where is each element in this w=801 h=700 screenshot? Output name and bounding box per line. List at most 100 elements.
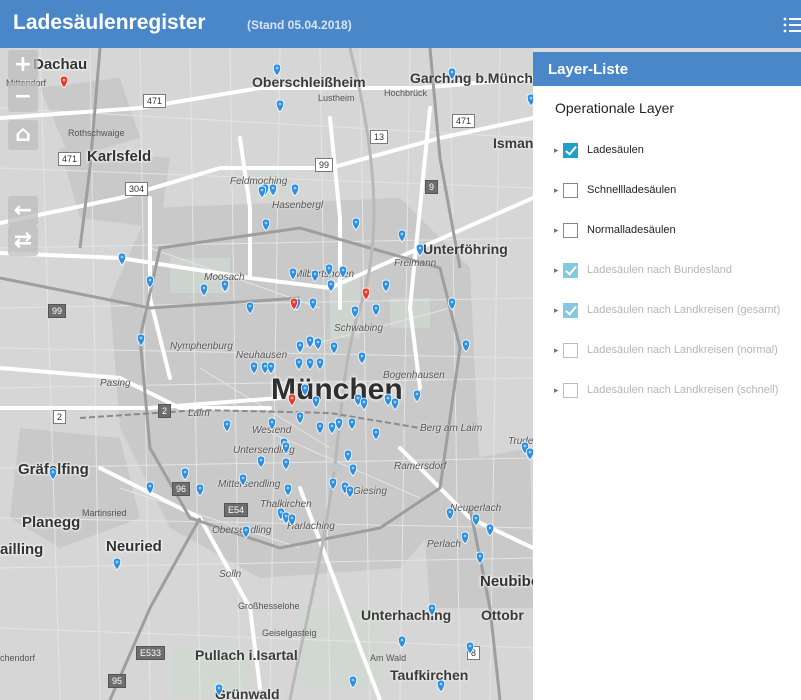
next-extent-icon[interactable]: ⇄ xyxy=(8,226,38,256)
zoom-out-button[interactable]: − xyxy=(8,82,38,112)
map-pin-icon[interactable] xyxy=(334,417,344,431)
map-pin-icon[interactable] xyxy=(326,279,336,293)
layer-row[interactable]: ▸ Ladesäulen nach Bundesland xyxy=(533,262,801,284)
map-pin-icon[interactable] xyxy=(447,67,457,81)
map-pin-icon[interactable] xyxy=(390,397,400,411)
map-pin-icon[interactable] xyxy=(136,333,146,347)
map-pin-icon[interactable] xyxy=(308,297,318,311)
map-pin-icon[interactable] xyxy=(305,357,315,371)
map-pin-icon[interactable] xyxy=(145,481,155,495)
map-pin-icon[interactable] xyxy=(357,351,367,365)
map-pin-icon[interactable] xyxy=(371,303,381,317)
map-pin-icon[interactable] xyxy=(300,383,310,397)
expand-arrow-icon[interactable]: ▸ xyxy=(554,266,559,276)
map-pin-icon[interactable] xyxy=(471,513,481,527)
map-pin-icon[interactable] xyxy=(249,361,259,375)
map-pin-icon[interactable] xyxy=(310,269,320,283)
layer-row[interactable]: ▸ Schnellladesäulen xyxy=(533,182,801,204)
map-pin-icon[interactable] xyxy=(241,525,251,539)
map-pin-icon[interactable] xyxy=(256,455,266,469)
map-pin-icon[interactable] xyxy=(287,393,297,407)
map-pin-icon[interactable] xyxy=(112,557,122,571)
map-pin-icon[interactable] xyxy=(338,265,348,279)
map-pin-icon[interactable] xyxy=(348,675,358,689)
map-pin-icon[interactable] xyxy=(485,523,495,537)
map-pin-icon[interactable] xyxy=(313,337,323,351)
map-pin-icon[interactable] xyxy=(460,531,470,545)
layer-row[interactable]: ▸ Normalladesäulen xyxy=(533,222,801,244)
layer-row[interactable]: ▸ Ladesäulen nach Landkreisen (schnell) xyxy=(533,382,801,404)
map-pin-icon[interactable] xyxy=(328,477,338,491)
layer-visibility-checkbox[interactable] xyxy=(563,223,578,238)
map-pin-icon[interactable] xyxy=(275,99,285,113)
map-pin-icon[interactable] xyxy=(145,275,155,289)
map-pin-icon[interactable] xyxy=(381,279,391,293)
map-view[interactable]: Dachau Mittendorf Oberschleißheim Lusthe… xyxy=(0,48,533,700)
expand-arrow-icon[interactable]: ▸ xyxy=(554,146,559,156)
map-pin-icon[interactable] xyxy=(343,449,353,463)
previous-extent-icon[interactable]: ← xyxy=(8,196,38,226)
map-pin-icon[interactable] xyxy=(281,441,291,455)
map-pin-icon[interactable] xyxy=(447,297,457,311)
map-pin-icon[interactable] xyxy=(461,339,471,353)
expand-arrow-icon[interactable]: ▸ xyxy=(554,346,559,356)
map-pin-icon[interactable] xyxy=(117,252,127,266)
map-pin-icon[interactable] xyxy=(427,603,437,617)
map-pin-icon[interactable] xyxy=(214,683,224,697)
map-pin-icon[interactable] xyxy=(238,473,248,487)
map-pin-icon[interactable] xyxy=(397,635,407,649)
map-pin-icon[interactable] xyxy=(415,243,425,257)
map-pin-icon[interactable] xyxy=(465,641,475,655)
layer-visibility-checkbox[interactable] xyxy=(563,263,578,278)
map-pin-icon[interactable] xyxy=(350,305,360,319)
map-pin-icon[interactable] xyxy=(268,183,278,197)
layer-row[interactable]: ▸ Ladesäulen xyxy=(533,142,801,164)
layer-visibility-checkbox[interactable] xyxy=(563,143,578,158)
map-pin-icon[interactable] xyxy=(266,361,276,375)
map-pin-icon[interactable] xyxy=(222,419,232,433)
map-pin-icon[interactable] xyxy=(525,447,533,461)
map-pin-icon[interactable] xyxy=(245,301,255,315)
map-pin-icon[interactable] xyxy=(294,357,304,371)
layer-visibility-checkbox[interactable] xyxy=(563,343,578,358)
map-pin-icon[interactable] xyxy=(311,395,321,409)
map-pin-icon[interactable] xyxy=(59,75,69,89)
map-pin-icon[interactable] xyxy=(305,335,315,349)
map-pin-icon[interactable] xyxy=(351,217,361,231)
map-pin-icon[interactable] xyxy=(288,267,298,281)
map-pin-icon[interactable] xyxy=(295,411,305,425)
map-pin-icon[interactable] xyxy=(267,417,277,431)
layer-row[interactable]: ▸ Ladesäulen nach Landkreisen (normal) xyxy=(533,342,801,364)
map-pin-icon[interactable] xyxy=(199,283,209,297)
map-pin-icon[interactable] xyxy=(315,357,325,371)
map-pin-icon[interactable] xyxy=(283,483,293,497)
layer-visibility-checkbox[interactable] xyxy=(563,183,578,198)
map-pin-icon[interactable] xyxy=(436,679,446,693)
map-pin-icon[interactable] xyxy=(397,229,407,243)
expand-arrow-icon[interactable]: ▸ xyxy=(554,186,559,196)
map-pin-icon[interactable] xyxy=(345,485,355,499)
map-pin-icon[interactable] xyxy=(180,467,190,481)
map-pin-icon[interactable] xyxy=(348,463,358,477)
map-pin-icon[interactable] xyxy=(347,417,357,431)
home-icon[interactable]: ⌂ xyxy=(8,120,38,150)
map-pin-icon[interactable] xyxy=(315,421,325,435)
map-pin-icon[interactable] xyxy=(220,279,230,293)
zoom-in-button[interactable]: + xyxy=(8,50,38,80)
expand-arrow-icon[interactable]: ▸ xyxy=(554,306,559,316)
map-pin-icon[interactable] xyxy=(287,513,297,527)
map-pin-icon[interactable] xyxy=(475,551,485,565)
map-pin-icon[interactable] xyxy=(48,467,58,481)
layer-visibility-checkbox[interactable] xyxy=(563,383,578,398)
map-pin-icon[interactable] xyxy=(445,507,455,521)
layer-row[interactable]: ▸ Ladesäulen nach Landkreisen (gesamt) xyxy=(533,302,801,324)
map-pin-icon[interactable] xyxy=(412,389,422,403)
map-pin-icon[interactable] xyxy=(257,185,267,199)
map-pin-icon[interactable] xyxy=(371,427,381,441)
map-pin-icon[interactable] xyxy=(272,63,282,77)
map-pin-icon[interactable] xyxy=(361,287,371,301)
map-pin-icon[interactable] xyxy=(327,421,337,435)
map-pin-icon[interactable] xyxy=(329,341,339,355)
map-pin-icon[interactable] xyxy=(359,397,369,411)
map-pin-icon[interactable] xyxy=(261,218,271,232)
